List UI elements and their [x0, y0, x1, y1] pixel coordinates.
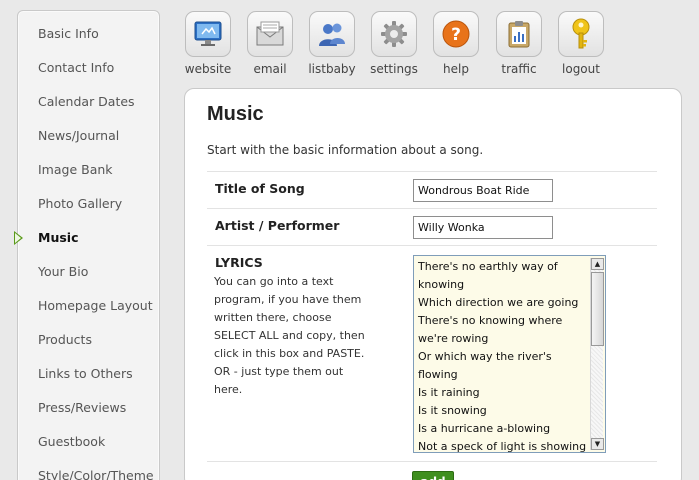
sidebar-item-press-reviews[interactable]: Press/Reviews	[18, 391, 159, 425]
lyrics-scrollbar[interactable]: ▲ ▼	[590, 258, 604, 450]
music-form-panel: Music Start with the basic information a…	[184, 88, 682, 480]
title-of-song-label: Title of Song	[215, 181, 305, 196]
sidebar-item-label: Calendar Dates	[38, 94, 135, 109]
clipboard-icon	[508, 21, 530, 48]
sidebar-item-label: Your Bio	[38, 264, 89, 279]
settings-button[interactable]: settings	[364, 11, 424, 76]
page-title: Music	[207, 103, 264, 125]
website-button[interactable]: website	[178, 11, 238, 76]
sidebar-item-label: Guestbook	[38, 434, 106, 449]
lyrics-text: There's no earthly way of knowing Which …	[418, 260, 587, 453]
sidebar-item-guestbook[interactable]: Guestbook	[18, 425, 159, 459]
sidebar-item-music[interactable]: Music	[14, 221, 159, 255]
divider	[207, 171, 657, 172]
sidebar-item-products[interactable]: Products	[18, 323, 159, 357]
email-button[interactable]: email	[240, 11, 300, 76]
intro-text: Start with the basic information about a…	[207, 143, 484, 157]
sidebar-item-image-bank[interactable]: Image Bank	[18, 153, 159, 187]
sidebar-item-your-bio[interactable]: Your Bio	[18, 255, 159, 289]
sidebar-item-label: Homepage Layout	[38, 298, 153, 313]
traffic-button[interactable]: traffic	[489, 11, 549, 76]
envelope-icon	[256, 21, 284, 46]
lyrics-help-text: You can go into a text program, if you h…	[214, 275, 365, 396]
listbaby-label: listbaby	[308, 62, 356, 76]
lyrics-label: LYRICS	[215, 255, 263, 270]
lyrics-textarea[interactable]: There's no earthly way of knowing Which …	[413, 255, 606, 453]
sidebar-item-news-journal[interactable]: News/Journal	[18, 119, 159, 153]
artist-performer-input[interactable]	[413, 216, 553, 239]
artist-performer-label: Artist / Performer	[215, 218, 340, 233]
svg-text:?: ?	[451, 25, 461, 45]
settings-label: settings	[370, 62, 418, 76]
website-label: website	[184, 62, 232, 76]
sidebar-item-label: Press/Reviews	[38, 400, 127, 415]
divider	[207, 461, 657, 462]
people-icon	[319, 23, 345, 46]
divider	[207, 208, 657, 209]
sidebar-item-basic-info[interactable]: Basic Info	[18, 17, 159, 51]
traffic-label: traffic	[501, 62, 537, 76]
sidebar-item-label: Music	[38, 230, 79, 245]
sidebar-item-label: Products	[38, 332, 92, 347]
help-label: help	[443, 62, 469, 76]
sidebar-item-label: Links to Others	[38, 366, 133, 381]
sidebar-item-calendar-dates[interactable]: Calendar Dates	[18, 85, 159, 119]
sidebar-item-links-to-others[interactable]: Links to Others	[18, 357, 159, 391]
logout-label: logout	[562, 62, 600, 76]
sidebar-item-label: Photo Gallery	[38, 196, 123, 211]
logout-button[interactable]: logout	[551, 11, 611, 76]
add-button[interactable]: add	[412, 471, 454, 480]
sidebar-item-photo-gallery[interactable]: Photo Gallery	[18, 187, 159, 221]
question-icon: ?	[442, 20, 470, 48]
scroll-thumb[interactable]	[591, 272, 604, 346]
sidebar-item-homepage-layout[interactable]: Homepage Layout	[18, 289, 159, 323]
divider	[207, 245, 657, 246]
sidebar-item-label: Image Bank	[38, 162, 113, 177]
sidebar-item-contact-info[interactable]: Contact Info	[18, 51, 159, 85]
scroll-up-icon[interactable]: ▲	[591, 258, 604, 270]
gear-icon	[381, 21, 407, 47]
sidebar-item-style-color-theme[interactable]: Style/Color/Theme	[18, 459, 159, 480]
sidebar-nav: Basic Info Contact Info Calendar Dates N…	[14, 10, 160, 480]
sidebar-item-label: Contact Info	[38, 60, 115, 75]
help-button[interactable]: ? help	[426, 11, 486, 76]
monitor-icon	[194, 21, 222, 46]
sidebar-item-label: Basic Info	[38, 26, 99, 41]
sidebar-item-label: News/Journal	[38, 128, 120, 143]
active-arrow-icon	[14, 231, 23, 245]
scroll-down-icon[interactable]: ▼	[591, 438, 604, 450]
title-of-song-input[interactable]	[413, 179, 553, 202]
key-icon	[572, 18, 590, 49]
listbaby-button[interactable]: listbaby	[302, 11, 362, 76]
email-label: email	[253, 62, 287, 76]
sidebar-item-label: Style/Color/Theme	[38, 468, 154, 480]
